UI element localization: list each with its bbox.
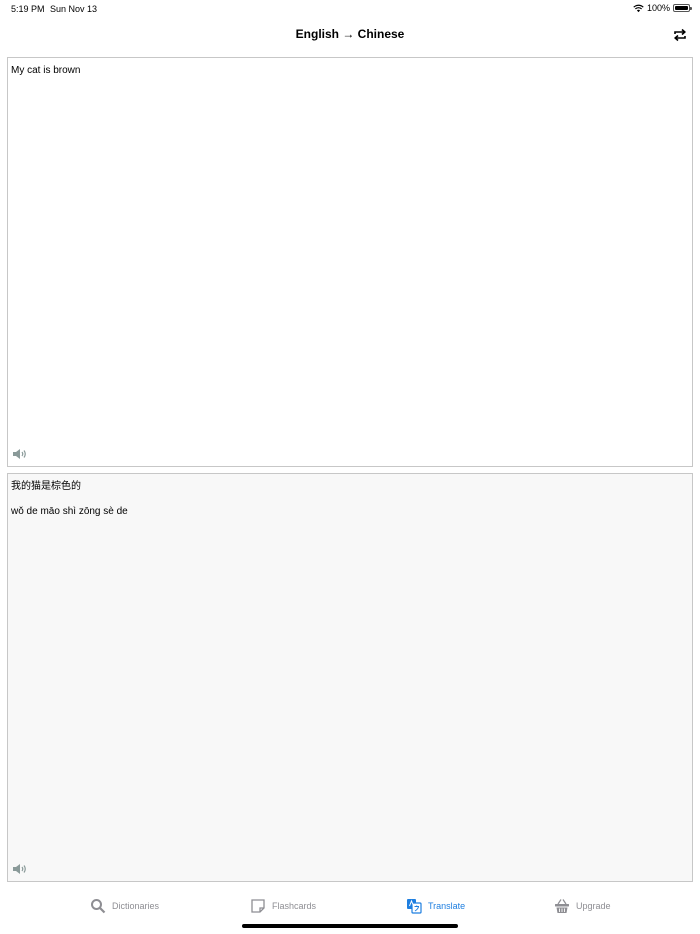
status-date: Sun Nov 13 [50,4,98,14]
translated-text: 我的猫是棕色的 [11,481,81,492]
source-text[interactable]: My cat is brown [11,64,80,77]
translation-output: 我的猫是棕色的 wǒ de māo shì zōng sè de [7,473,693,882]
tab-translate[interactable]: Translate [406,898,465,914]
tab-label: Upgrade [576,901,611,911]
basket-icon [555,899,569,913]
battery-percentage: 100% [646,3,670,13]
wifi-icon [633,4,644,12]
language-direction-title[interactable]: English → Chinese [0,27,700,41]
tab-label: Dictionaries [112,901,160,911]
note-icon [251,899,265,913]
home-indicator[interactable] [242,924,458,928]
tab-upgrade[interactable]: Upgrade [554,898,611,914]
navigation-bar: English → Chinese [0,18,700,52]
tab-flashcards[interactable]: Flashcards [250,898,316,914]
battery-icon [673,4,692,12]
speaker-icon[interactable] [12,863,28,875]
translate-icon [407,899,422,914]
tab-dictionaries[interactable]: Dictionaries [90,898,159,914]
swap-arrows-icon[interactable] [672,27,688,43]
battery-level [675,6,688,10]
status-indicators: 100% [633,3,692,13]
source-text-input[interactable]: My cat is brown [7,57,693,467]
status-bar: 5:19 PM Sun Nov 13 100% [0,0,700,18]
status-time: 5:19 PM [11,4,45,14]
tab-label: Flashcards [272,901,317,911]
pinyin-text: wǒ de māo shì zōng sè de [11,506,128,517]
tab-label: Translate [428,901,466,911]
speaker-icon[interactable] [12,448,28,460]
search-icon [91,899,106,914]
